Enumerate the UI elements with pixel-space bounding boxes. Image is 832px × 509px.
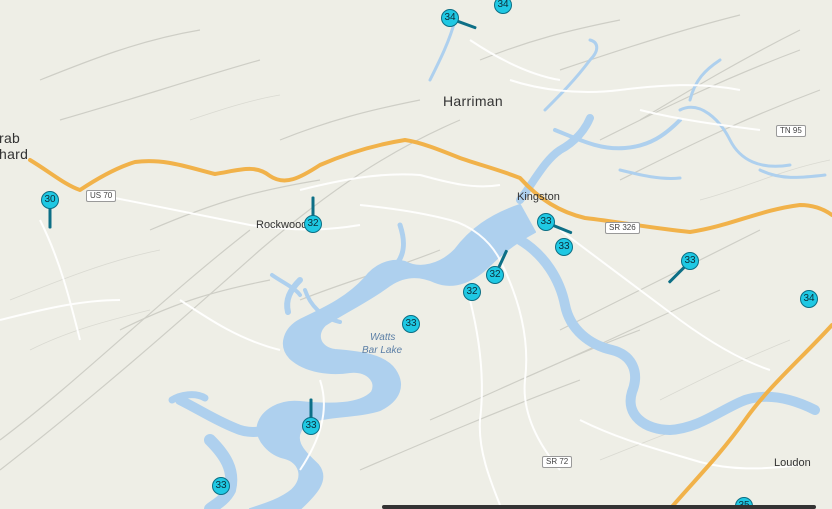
station-value: 33 xyxy=(212,477,230,495)
place-kingston[interactable]: Kingston xyxy=(517,192,560,203)
station-value: 30 xyxy=(41,191,59,209)
route-shield-sr326: SR 326 xyxy=(605,222,640,234)
station-value: 34 xyxy=(441,9,459,27)
station-value: 34 xyxy=(800,290,818,308)
basemap xyxy=(0,0,832,509)
station-value: 33 xyxy=(681,252,699,270)
station-value: 33 xyxy=(302,417,320,435)
place-rockwood[interactable]: Rockwood xyxy=(256,220,307,231)
station-value: 33 xyxy=(537,213,555,231)
horizontal-scrollbar[interactable] xyxy=(382,505,816,509)
station-value: 33 xyxy=(555,238,573,256)
route-shield-tn95: TN 95 xyxy=(776,125,806,137)
place-crab-orchard-line2[interactable]: hard xyxy=(0,147,28,161)
place-loudon[interactable]: Loudon xyxy=(774,458,811,469)
place-crab-orchard-line1[interactable]: rab xyxy=(0,131,20,145)
lake-label-line1: Watts xyxy=(370,332,396,343)
route-shield-us70: US 70 xyxy=(86,190,117,202)
place-harriman[interactable]: Harriman xyxy=(443,94,503,108)
station-value: 33 xyxy=(402,315,420,333)
lake-label-line2: Bar Lake xyxy=(362,345,403,356)
station-value: 32 xyxy=(304,215,322,233)
route-shield-sr72: SR 72 xyxy=(542,456,573,468)
station-value: 32 xyxy=(486,266,504,284)
station-value: 32 xyxy=(463,283,481,301)
map-view[interactable]: Harriman Kingston Rockwood Loudon rab ha… xyxy=(0,0,832,509)
